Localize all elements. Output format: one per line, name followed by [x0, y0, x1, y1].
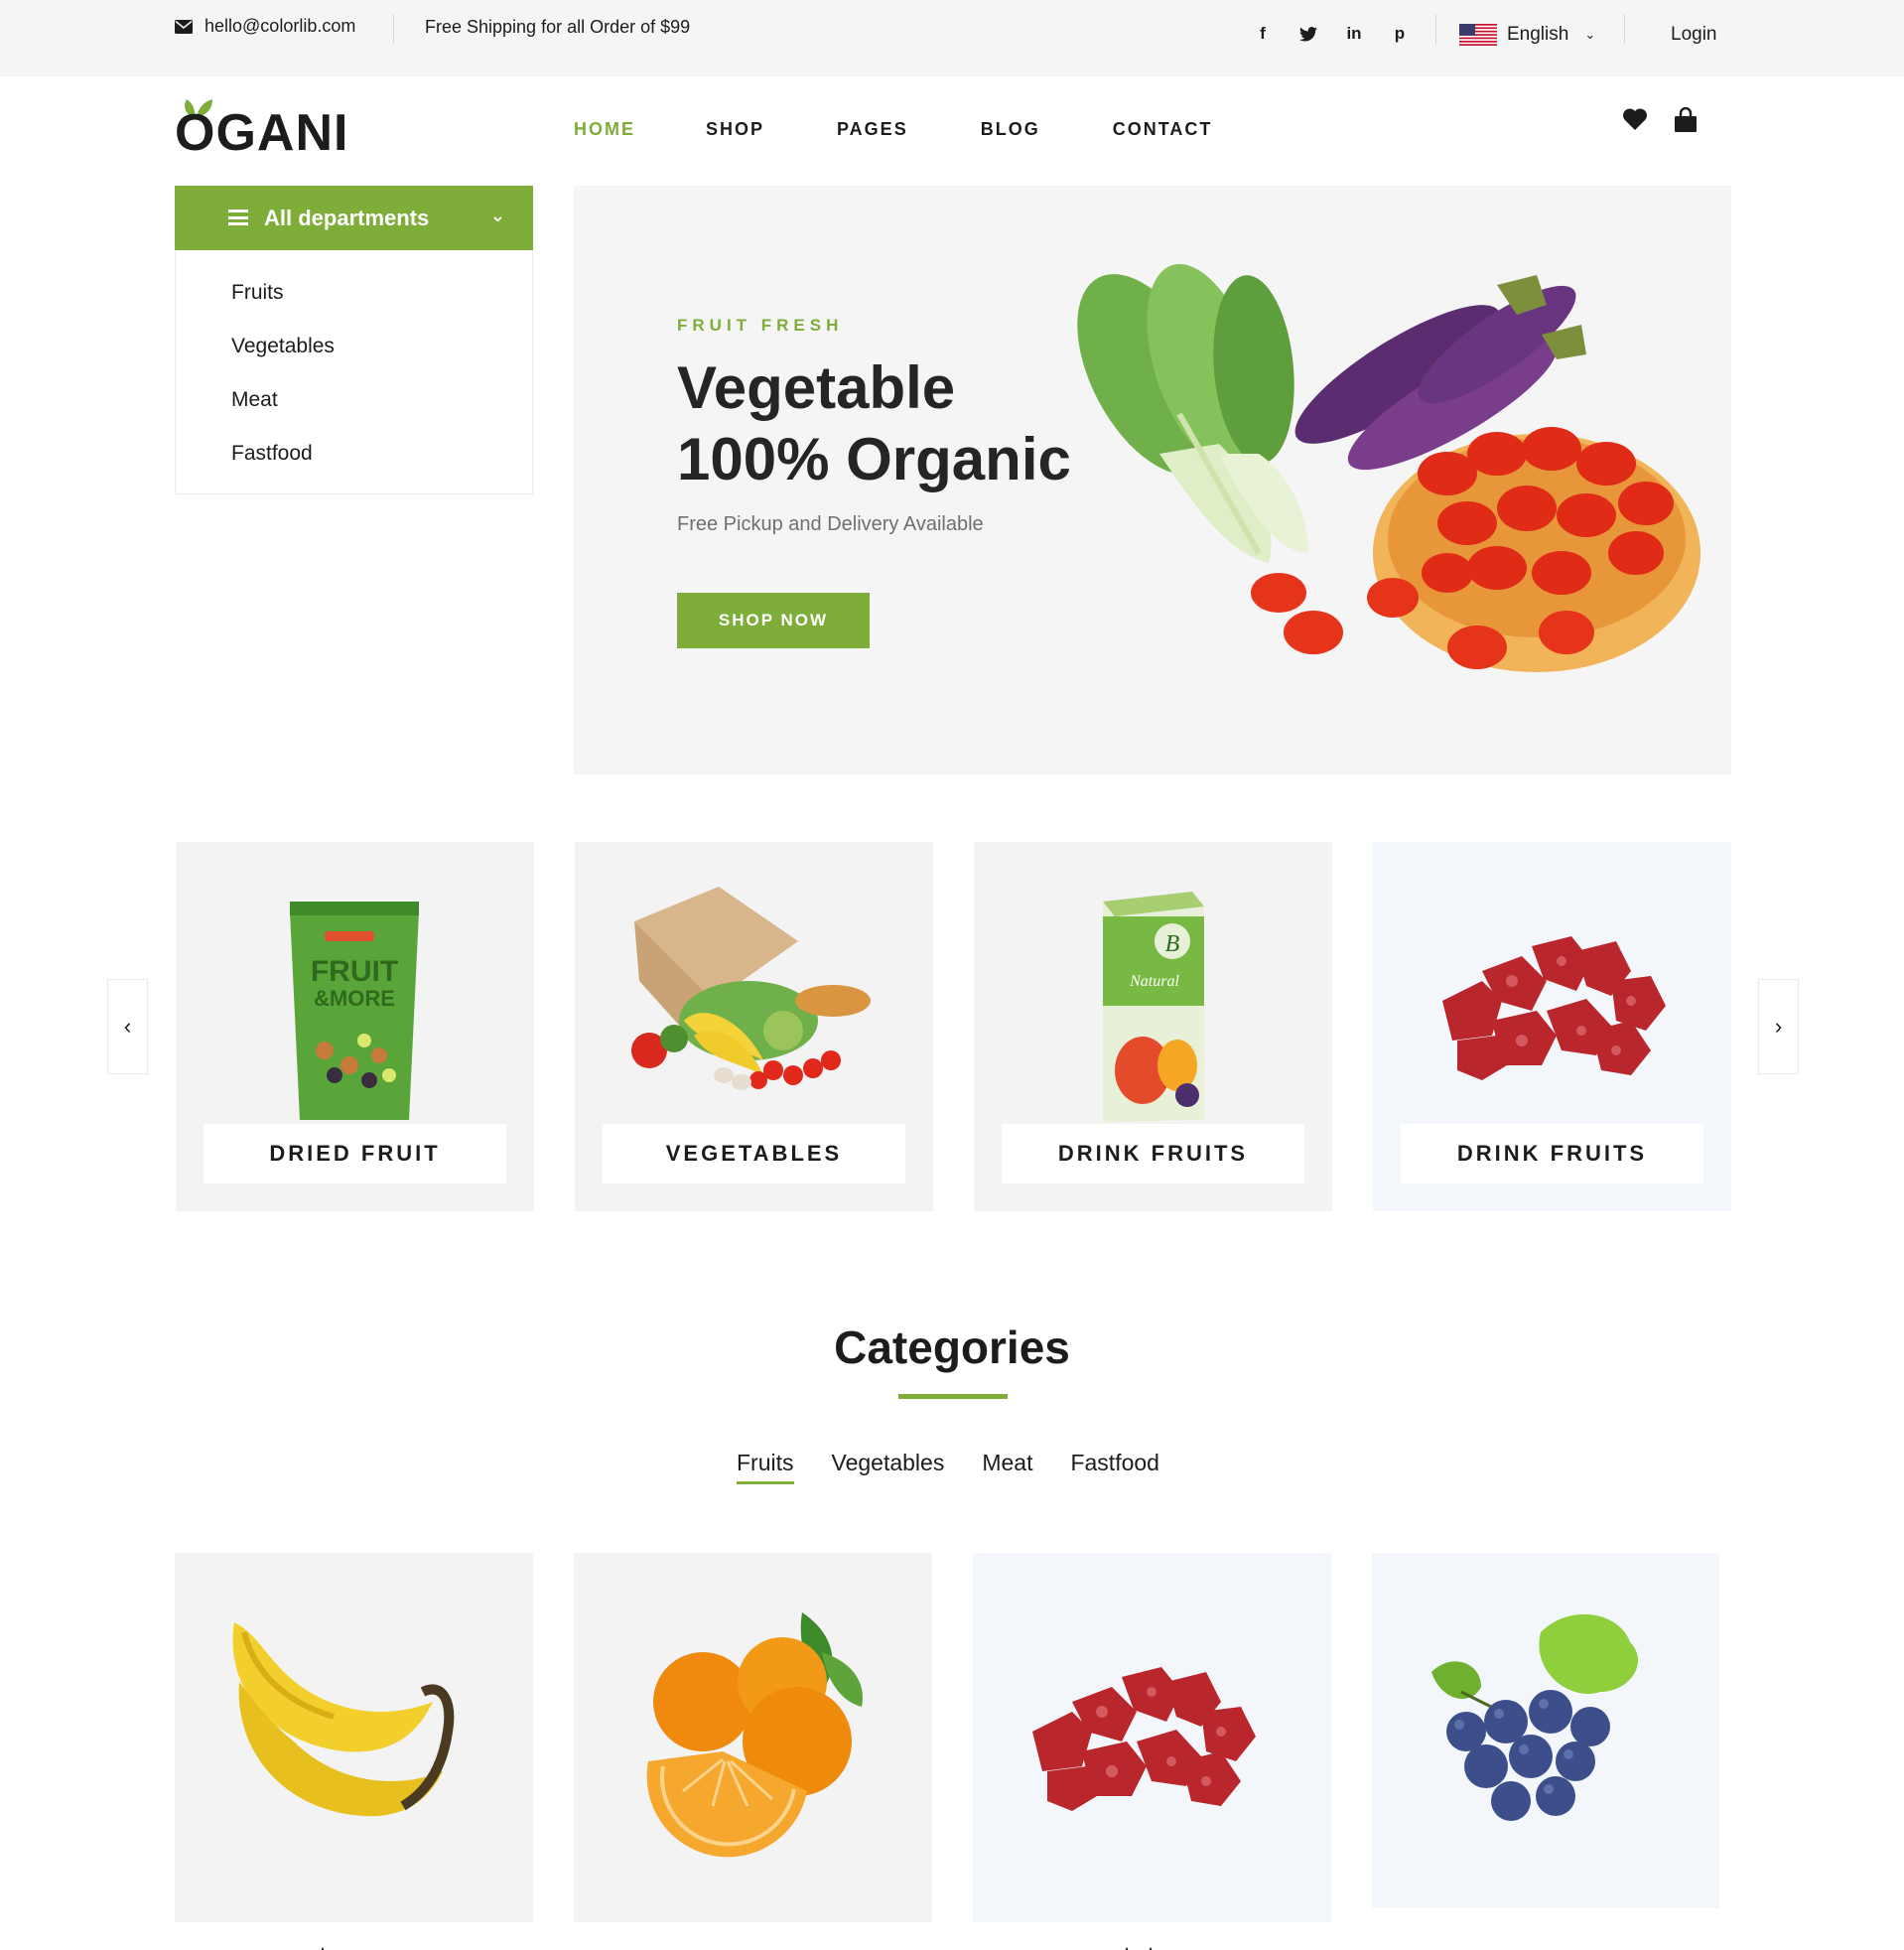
department-list: Fruits Vegetables Meat Fastfood [175, 250, 533, 494]
product-label-fragment: ․ ․ [1124, 1934, 1155, 1950]
twitter-icon[interactable] [1298, 24, 1318, 44]
filter-tab[interactable]: Vegetables [832, 1450, 945, 1484]
menu-icon [228, 209, 248, 225]
departments-title: All departments [264, 205, 430, 230]
product-card[interactable] [574, 1553, 932, 1922]
product-card[interactable] [1372, 1553, 1719, 1908]
hero-title-line: 100% Organic [677, 426, 1071, 492]
chevron-right-icon: › [1774, 1014, 1783, 1039]
meat-cubes-image [1442, 936, 1666, 1080]
nav-pages[interactable]: PAGES [837, 119, 908, 140]
grapes-image [1431, 1613, 1639, 1821]
divider [1624, 14, 1625, 44]
svg-text:B: B [1165, 931, 1180, 957]
department-item[interactable]: Fruits [231, 276, 532, 330]
social-links: f in p [1253, 24, 1410, 44]
logo-text: OGANI [175, 104, 349, 162]
carousel-next-button[interactable]: › [1758, 979, 1799, 1074]
all-departments-toggle[interactable]: All departments ⌄ [175, 186, 533, 250]
chevron-down-icon: ⌄ [1584, 27, 1596, 42]
section-title: Categories [834, 1322, 1070, 1373]
pinterest-icon[interactable]: p [1390, 24, 1410, 44]
divider [1435, 14, 1436, 44]
shipping-notice: Free Shipping for all Order of $99 [425, 17, 691, 37]
carousel-item[interactable]: B Natural DRINK FRUITS [974, 842, 1332, 1211]
heart-icon[interactable] [1622, 107, 1648, 131]
svg-text:&MORE: &MORE [314, 986, 395, 1011]
divider [393, 14, 394, 44]
banana-image [232, 1622, 455, 1817]
site-logo[interactable]: OGANI [175, 95, 347, 162]
chevron-down-icon: ⌄ [489, 206, 505, 225]
hero-banner: FRUIT FRESH Vegetable 100% Organic Free … [574, 186, 1731, 774]
hero-title: Vegetable 100% Organic [677, 352, 1071, 495]
linkedin-icon[interactable]: in [1344, 24, 1364, 44]
mail-icon [175, 19, 193, 34]
bok-choy-image [1077, 263, 1308, 563]
carousel-prev-button[interactable]: ‹ [107, 979, 148, 1074]
nav-contact[interactable]: CONTACT [1113, 119, 1213, 140]
category-filters: Fruits Vegetables Meat Fastfood [737, 1450, 1159, 1484]
juice-carton-image: B Natural [1103, 892, 1204, 1122]
shopping-bag-icon[interactable] [1674, 107, 1698, 133]
product-card[interactable] [973, 1553, 1331, 1922]
carousel-item[interactable]: FRUIT &MORE DRIED FRUIT [176, 842, 534, 1211]
department-item[interactable]: Meat [231, 383, 532, 437]
vegetables-illustration [1077, 263, 1700, 672]
nav-home[interactable]: HOME [574, 119, 635, 140]
contact-email[interactable]: hello@colorlib.com [175, 16, 355, 37]
top-bar: hello@colorlib.com Free Shipping for all… [0, 0, 1904, 76]
hero-kicker: FRUIT FRESH [677, 316, 844, 335]
carousel-item-label: VEGETABLES [603, 1124, 905, 1184]
department-item[interactable]: Fastfood [231, 437, 532, 490]
section-underline [898, 1394, 1008, 1399]
nav-shop[interactable]: SHOP [706, 119, 764, 140]
login-link[interactable]: Login [1671, 24, 1717, 46]
carousel-item[interactable]: DRINK FRUITS [1373, 842, 1731, 1211]
orange-image [646, 1612, 863, 1858]
department-item[interactable]: Vegetables [231, 330, 532, 383]
language-selector[interactable]: English ⌄ [1459, 24, 1595, 46]
chevron-left-icon: ‹ [123, 1014, 132, 1039]
carousel-item-label: DRINK FRUITS [1401, 1124, 1703, 1184]
header-actions [1622, 107, 1698, 133]
product-label-fragment: ․ [320, 1934, 327, 1950]
filter-tab[interactable]: Meat [982, 1450, 1032, 1484]
carousel-item-label: DRIED FRUIT [204, 1124, 506, 1184]
carousel-item-label: DRINK FRUITS [1002, 1124, 1304, 1184]
nav-blog[interactable]: BLOG [981, 119, 1040, 140]
dried-fruit-image: FRUIT &MORE [290, 902, 419, 1120]
facebook-icon[interactable]: f [1253, 24, 1273, 44]
svg-text:FRUIT: FRUIT [311, 955, 398, 988]
filter-tab[interactable]: Fruits [737, 1450, 794, 1484]
main-nav: HOME SHOP PAGES BLOG CONTACT [574, 119, 1212, 140]
us-flag-icon [1459, 24, 1497, 46]
meat-cubes-image [1032, 1667, 1256, 1811]
product-card[interactable] [175, 1553, 533, 1922]
hero-subtitle: Free Pickup and Delivery Available [677, 513, 984, 535]
email-text: hello@colorlib.com [204, 16, 356, 36]
tomato-bowl-image [1373, 427, 1700, 672]
hero-title-line: Vegetable [677, 354, 956, 421]
carousel-item[interactable]: VEGETABLES [575, 842, 933, 1211]
filter-tab[interactable]: Fastfood [1070, 1450, 1159, 1484]
svg-text:Natural: Natural [1129, 973, 1179, 990]
language-label: English [1507, 24, 1569, 45]
vegetable-bag-image [631, 887, 871, 1090]
shop-now-button[interactable]: SHOP NOW [677, 593, 870, 648]
